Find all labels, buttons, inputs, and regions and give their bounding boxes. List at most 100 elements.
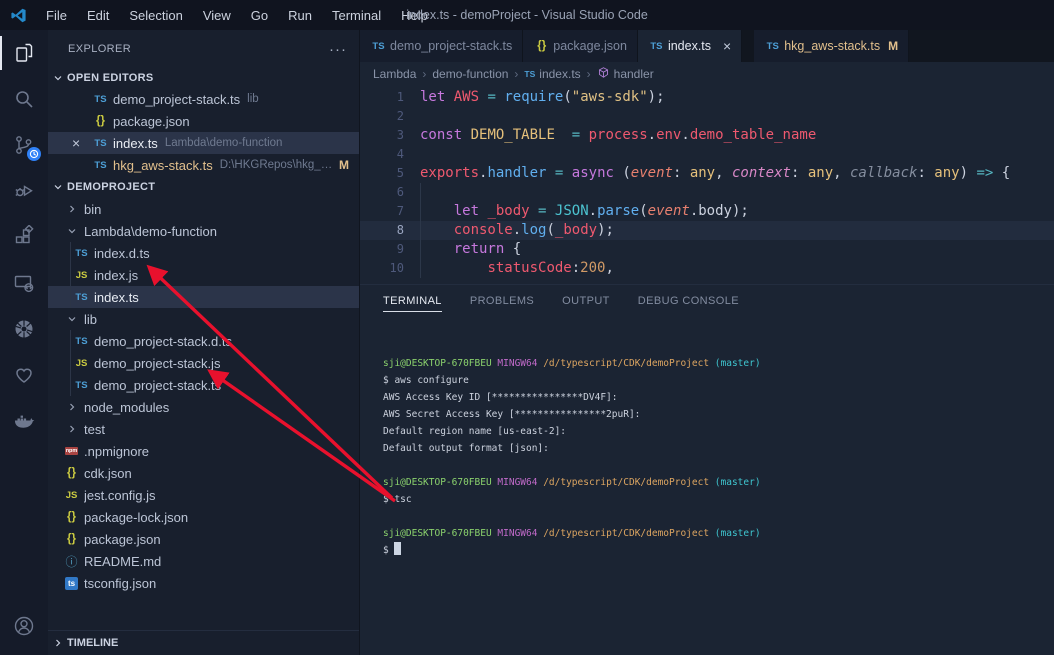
- tree-item-cdk.json[interactable]: {}cdk.json: [48, 462, 359, 484]
- braces-file-icon: {}: [63, 467, 80, 479]
- source-control-button[interactable]: [0, 122, 48, 168]
- more-actions-button[interactable]: ···: [329, 41, 347, 58]
- tree-item-demo-project-stack.ts[interactable]: TSdemo_project-stack.ts: [48, 374, 359, 396]
- tree-item-index.d.ts[interactable]: TSindex.d.ts: [48, 242, 359, 264]
- open-editor-package.json[interactable]: {}package.json: [48, 110, 359, 132]
- extensions-button[interactable]: [0, 214, 48, 260]
- account-button[interactable]: [0, 603, 48, 649]
- open-editor-demo_project-stack.ts[interactable]: TSdemo_project-stack.tslib: [48, 88, 359, 110]
- panel-tab-problems[interactable]: PROBLEMS: [470, 289, 534, 312]
- menu-terminal[interactable]: Terminal: [323, 5, 390, 26]
- line-number: 9: [360, 240, 404, 259]
- terminal-output: Default region name [us-east-2]:: [383, 423, 1054, 440]
- breadcrumb-item-index.ts[interactable]: TSindex.ts: [524, 67, 580, 81]
- menu-edit[interactable]: Edit: [78, 5, 118, 26]
- menu-run[interactable]: Run: [279, 5, 321, 26]
- open-editors-label: OPEN EDITORS: [67, 72, 154, 84]
- code-editor[interactable]: 1let AWS = require("aws-sdk");23const DE…: [360, 86, 1054, 284]
- tree-item-tsconfig.json[interactable]: tstsconfig.json: [48, 572, 359, 594]
- menu-view[interactable]: View: [194, 5, 240, 26]
- tree-item-label: index.d.ts: [94, 246, 150, 261]
- modified-badge: M: [339, 158, 349, 172]
- panel-tab-output[interactable]: OUTPUT: [562, 289, 610, 312]
- open-editor-label: hkg_aws-stack.ts: [113, 158, 213, 173]
- remote-explorer-button[interactable]: [0, 260, 48, 306]
- timeline-section-header[interactable]: TIMELINE: [48, 630, 359, 655]
- panel-tab-debug-console[interactable]: DEBUG CONSOLE: [638, 289, 739, 312]
- ts-file-icon: TS: [92, 94, 109, 105]
- tree-item-jest.config.js[interactable]: JSjest.config.js: [48, 484, 359, 506]
- open-editor-index.ts[interactable]: ×TSindex.tsLambda\demo-function: [48, 132, 359, 154]
- menu-help[interactable]: Help: [392, 5, 437, 26]
- tree-item-package.json[interactable]: {}package.json: [48, 528, 359, 550]
- indent-guide: [70, 352, 71, 374]
- tree-item-lambda-demo-function[interactable]: Lambda\demo-function: [48, 220, 359, 242]
- tab-package.json[interactable]: {}package.json: [523, 30, 638, 62]
- tab-label: demo_project-stack.ts: [390, 39, 512, 53]
- indent-guide: [70, 330, 71, 352]
- menu-go[interactable]: Go: [242, 5, 277, 26]
- terminal-prompt: sji@DESKTOP-670FBEU MINGW64 /d/typescrip…: [383, 355, 1054, 372]
- tree-item-.npmignore[interactable]: npm.npmignore: [48, 440, 359, 462]
- open-editor-description: Lambda\demo-function: [165, 137, 359, 149]
- breadcrumb-item-handler[interactable]: handler: [597, 66, 654, 82]
- tab-demo_project-stack.ts[interactable]: TSdemo_project-stack.ts: [360, 30, 523, 62]
- line-number: 3: [360, 126, 404, 145]
- breadcrumb-separator: ›: [422, 67, 426, 81]
- docker-button[interactable]: [0, 398, 48, 444]
- panel-tab-terminal[interactable]: TERMINAL: [383, 289, 442, 312]
- chevron-down-icon: [52, 181, 64, 193]
- line-number: 1: [360, 88, 404, 107]
- tree-item-label: node_modules: [84, 400, 169, 415]
- project-section-header[interactable]: DEMOPROJECT: [48, 176, 359, 198]
- search-button[interactable]: [0, 76, 48, 122]
- ts-file-icon: TS: [370, 41, 387, 52]
- close-icon[interactable]: ×: [723, 38, 731, 54]
- menu-file[interactable]: File: [37, 5, 76, 26]
- tree-item-demo-project-stack.d.ts[interactable]: TSdemo_project-stack.d.ts: [48, 330, 359, 352]
- terminal-blank-line: [383, 508, 1054, 525]
- line-number: 8: [360, 221, 404, 240]
- ts-file-icon: TS: [73, 336, 90, 347]
- breadcrumb-item-Lambda[interactable]: Lambda: [373, 67, 416, 81]
- kubernetes-icon: [12, 317, 36, 341]
- activity-bar: [0, 30, 48, 655]
- tab-index.ts[interactable]: TSindex.ts×: [638, 30, 742, 62]
- open-editor-hkg_aws-stack.ts[interactable]: TShkg_aws-stack.tsD:\HKGRepos\hkg_a...M: [48, 154, 359, 176]
- open-editor-label: demo_project-stack.ts: [113, 92, 240, 107]
- favorites-button[interactable]: [0, 352, 48, 398]
- tree-item-demo-project-stack.js[interactable]: JSdemo_project-stack.js: [48, 352, 359, 374]
- terminal-output: AWS Access Key ID [****************DV4F]…: [383, 389, 1054, 406]
- sidebar-header: EXPLORER ···: [48, 30, 359, 68]
- menu-bar: FileEditSelectionViewGoRunTerminalHelp: [37, 5, 437, 26]
- menu-selection[interactable]: Selection: [120, 5, 191, 26]
- tab-hkg_aws-stack.ts[interactable]: TShkg_aws-stack.tsM: [754, 30, 909, 62]
- terminal[interactable]: sji@DESKTOP-670FBEU MINGW64 /d/typescrip…: [360, 315, 1054, 655]
- close-icon[interactable]: ×: [72, 135, 92, 151]
- explorer-button[interactable]: [0, 30, 48, 76]
- tree-item-index.ts[interactable]: TSindex.ts: [48, 286, 359, 308]
- breadcrumb-label: demo-function: [432, 67, 508, 81]
- tree-item-readme.md[interactable]: ⓘREADME.md: [48, 550, 359, 572]
- ts-file-icon: TS: [73, 380, 90, 391]
- tree-item-label: demo_project-stack.js: [94, 356, 220, 371]
- tree-item-label: .npmignore: [84, 444, 149, 459]
- tree-item-label: bin: [84, 202, 101, 217]
- tree-item-lib[interactable]: lib: [48, 308, 359, 330]
- code-line-3: 3const DEMO_TABLE = process.env.demo_tab…: [360, 126, 1054, 145]
- tree-item-test[interactable]: test: [48, 418, 359, 440]
- line-number: 4: [360, 145, 404, 164]
- tree-item-index.js[interactable]: JSindex.js: [48, 264, 359, 286]
- breadcrumb-label: index.ts: [539, 67, 580, 81]
- kubernetes-button[interactable]: [0, 306, 48, 352]
- tsconfig-file-icon: ts: [63, 577, 80, 590]
- breadcrumb-item-demo-function[interactable]: demo-function: [432, 67, 508, 81]
- indent-guide: [70, 374, 71, 396]
- line-number: 2: [360, 107, 404, 126]
- tree-item-bin[interactable]: bin: [48, 198, 359, 220]
- code-line-1: 1let AWS = require("aws-sdk");: [360, 88, 1054, 107]
- tree-item-package-lock.json[interactable]: {}package-lock.json: [48, 506, 359, 528]
- tree-item-node-modules[interactable]: node_modules: [48, 396, 359, 418]
- open-editors-section-header[interactable]: OPEN EDITORS: [48, 68, 359, 88]
- run-and-debug-button[interactable]: [0, 168, 48, 214]
